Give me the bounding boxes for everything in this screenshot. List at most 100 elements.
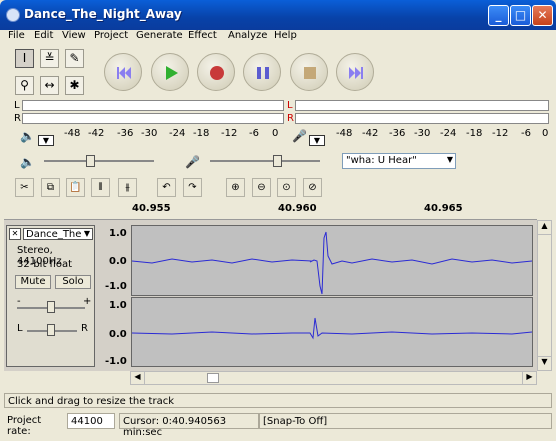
rec-meter-tick: -36 <box>389 128 406 139</box>
scroll-thumb[interactable] <box>207 373 219 383</box>
gain-plus-label: + <box>83 296 92 307</box>
timeline-ruler[interactable]: 40.955 40.960 40.965 <box>4 201 537 220</box>
skip-end-icon <box>349 67 363 79</box>
rec-meter-tick: -30 <box>414 128 431 139</box>
snap-status[interactable]: [Snap-To Off] <box>259 413 552 429</box>
pan-right-label: R <box>81 323 88 334</box>
meter-tick: -18 <box>193 128 210 139</box>
undo-icon[interactable]: ↶ <box>157 178 176 197</box>
zoom-in-icon[interactable]: ⊕ <box>226 178 245 197</box>
meter-tick: -36 <box>117 128 134 139</box>
track-name-menu[interactable]: Dance_The ▼ <box>23 228 93 240</box>
meter-tick: -6 <box>249 128 259 139</box>
ruler-label: 40.965 <box>424 203 463 214</box>
menu-view[interactable]: View <box>62 30 86 41</box>
playback-meter-right <box>22 113 284 124</box>
meter-dropdown[interactable]: ▼ <box>38 135 54 146</box>
gain-thumb[interactable] <box>47 301 55 313</box>
pause-button[interactable] <box>243 53 281 91</box>
menu-file[interactable]: File <box>8 30 25 41</box>
waveform-right-channel[interactable] <box>131 297 533 367</box>
silence-icon[interactable]: ⫵ <box>118 178 137 197</box>
zoom-out-icon[interactable]: ⊖ <box>252 178 271 197</box>
title-bar[interactable]: Dance_The_Night_Away _ □ ✕ <box>0 0 556 30</box>
amp-label: 0.0 <box>109 256 127 267</box>
skip-start-button[interactable] <box>104 53 142 91</box>
rec-meter-tick: -48 <box>336 128 353 139</box>
close-button[interactable]: ✕ <box>532 5 553 26</box>
input-source-value: "wha: U Hear" <box>346 155 417 166</box>
meter-tick: -12 <box>221 128 238 139</box>
input-source-select[interactable]: "wha: U Hear" ▼ <box>342 153 456 169</box>
meter-tick: -24 <box>169 128 186 139</box>
copy-icon[interactable]: ⧉ <box>41 178 60 197</box>
rec-meter-tick: -6 <box>521 128 531 139</box>
rec-meter-tick: -42 <box>362 128 379 139</box>
multi-tool-icon[interactable]: ✱ <box>65 76 84 95</box>
amp-label: 0.0 <box>109 329 127 340</box>
waveform-left-channel[interactable] <box>131 225 533 296</box>
skip-end-button[interactable] <box>336 53 374 91</box>
redo-icon[interactable]: ↷ <box>183 178 202 197</box>
menu-project[interactable]: Project <box>94 30 128 41</box>
rec-meter-right-label: R <box>287 113 294 124</box>
stop-icon <box>304 67 316 79</box>
envelope-tool-icon[interactable]: ≚ <box>40 49 59 68</box>
meter-left-label: L <box>14 100 20 111</box>
track-area: ✕ Dance_The ▼ Stereo, 44100Hz 32-bit flo… <box>4 220 537 371</box>
menu-help[interactable]: Help <box>274 30 297 41</box>
scroll-down-icon: ▼ <box>538 356 551 370</box>
meter-tick: -30 <box>141 128 158 139</box>
play-button[interactable] <box>151 53 189 91</box>
skip-start-icon <box>117 67 131 79</box>
solo-button[interactable]: Solo <box>55 275 91 289</box>
stop-button[interactable] <box>290 53 328 91</box>
record-icon <box>210 66 224 80</box>
dropdown-icon: ▼ <box>83 229 90 238</box>
menu-analyze[interactable]: Analyze <box>228 30 267 41</box>
output-volume-thumb[interactable] <box>86 155 95 167</box>
project-rate-input[interactable]: 44100 <box>67 413 115 429</box>
input-volume-thumb[interactable] <box>273 155 282 167</box>
bottom-bar: Project rate: 44100 Cursor: 0:40.940563 … <box>4 413 552 438</box>
chevron-down-icon: ▼ <box>446 155 453 164</box>
timeshift-tool-icon[interactable]: ↔ <box>40 76 59 95</box>
paste-icon[interactable]: 📋 <box>66 178 85 197</box>
mute-button[interactable]: Mute <box>15 275 51 289</box>
pan-left-label: L <box>17 323 23 334</box>
menu-edit[interactable]: Edit <box>34 30 53 41</box>
trim-icon[interactable]: ⫴ <box>91 178 110 197</box>
cut-icon[interactable]: ✂ <box>15 178 34 197</box>
draw-tool-icon[interactable]: ✎ <box>65 49 84 68</box>
waveform-left-svg <box>131 231 533 295</box>
meter-right-label: R <box>14 113 21 124</box>
input-volume-icon: 🎤 <box>185 155 200 169</box>
output-volume-slider[interactable] <box>44 160 154 162</box>
horizontal-scrollbar[interactable]: ◀ ▶ <box>130 371 537 385</box>
record-meter-left <box>295 100 549 111</box>
rec-meter-tick: -18 <box>466 128 483 139</box>
vertical-scrollbar[interactable]: ▲ ▼ <box>537 220 552 371</box>
fit-project-icon[interactable]: ⊘ <box>303 178 322 197</box>
track-close-button[interactable]: ✕ <box>9 228 21 240</box>
track-bitdepth: 32-bit float <box>17 259 73 270</box>
speaker-icon: 🔈 <box>20 129 35 143</box>
app-icon <box>6 8 20 22</box>
menu-bar: File Edit View Project Generate Effect A… <box>4 30 552 44</box>
fit-selection-icon[interactable]: ⊙ <box>277 178 296 197</box>
maximize-button[interactable]: □ <box>510 5 531 26</box>
cursor-position: Cursor: 0:40.940563 min:sec <box>119 413 259 438</box>
rec-meter-dropdown[interactable]: ▼ <box>309 135 325 146</box>
zoom-tool-icon[interactable]: ⚲ <box>15 76 34 95</box>
minimize-button[interactable]: _ <box>488 5 509 26</box>
pan-thumb[interactable] <box>47 324 55 336</box>
input-volume-slider[interactable] <box>210 160 320 162</box>
ruler-label: 40.955 <box>132 203 171 214</box>
selection-tool-icon[interactable]: I <box>15 49 34 68</box>
record-button[interactable] <box>197 53 235 91</box>
menu-generate[interactable]: Generate <box>136 30 183 41</box>
project-rate-label: Project rate: <box>4 413 66 437</box>
rec-meter-left-label: L <box>287 100 293 111</box>
menu-effect[interactable]: Effect <box>188 30 217 41</box>
amp-label: -1.0 <box>105 356 127 367</box>
